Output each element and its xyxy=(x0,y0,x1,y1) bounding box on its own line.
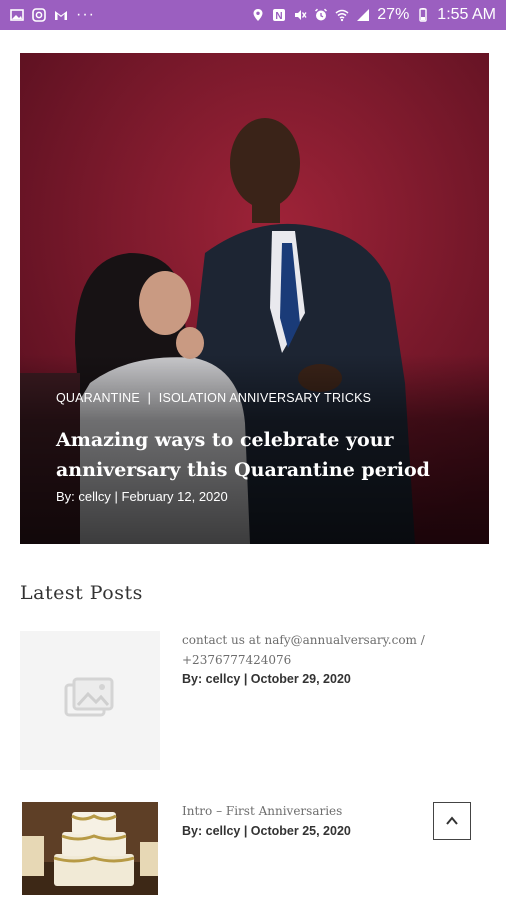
battery-percent: 27% xyxy=(377,6,410,23)
category-link-quarantine[interactable]: QUARANTINE xyxy=(56,391,140,405)
gallery-icon xyxy=(10,9,24,21)
status-bar: ··· N 27% 1:55 AM xyxy=(0,0,506,30)
scroll-to-top-button[interactable] xyxy=(433,802,471,840)
mute-icon xyxy=(295,10,307,20)
signal-icon xyxy=(357,9,370,21)
image-placeholder-icon xyxy=(64,677,114,717)
post-title[interactable]: Intro – First Anniversaries xyxy=(182,801,422,821)
nfc-icon: N xyxy=(273,9,286,22)
status-left: ··· xyxy=(10,6,95,23)
post-thumbnail[interactable] xyxy=(20,631,160,770)
cake-image xyxy=(22,802,158,895)
chevron-up-icon xyxy=(446,816,458,825)
alarm-icon xyxy=(315,8,328,21)
featured-post[interactable]: QUARANTINE | ISOLATION ANNIVERSARY TRICK… xyxy=(20,53,489,544)
location-icon xyxy=(253,9,263,21)
clock: 1:55 AM xyxy=(437,6,496,23)
latest-posts-heading: Latest Posts xyxy=(20,582,143,604)
overflow-indicator: ··· xyxy=(76,6,95,23)
category-links: QUARANTINE | ISOLATION ANNIVERSARY TRICK… xyxy=(56,391,375,405)
gmail-icon xyxy=(55,11,67,20)
post-title[interactable]: contact us at nafy@annualversary.com / +… xyxy=(182,630,472,670)
wifi-icon xyxy=(335,9,349,22)
svg-text:N: N xyxy=(276,11,283,22)
status-right: N 27% 1:55 AM xyxy=(251,6,496,24)
post-thumbnail[interactable] xyxy=(22,802,158,895)
instagram-icon xyxy=(32,8,46,22)
featured-post-meta: By: cellcy | February 12, 2020 xyxy=(56,489,228,504)
category-link-isolation[interactable]: ISOLATION ANNIVERSARY TRICKS xyxy=(159,391,371,405)
category-separator: | xyxy=(147,391,152,405)
post-meta: By: cellcy | October 29, 2020 xyxy=(182,672,351,686)
featured-post-title[interactable]: Amazing ways to celebrate your anniversa… xyxy=(56,425,456,485)
post-meta: By: cellcy | October 25, 2020 xyxy=(182,824,351,838)
battery-icon xyxy=(419,8,427,22)
